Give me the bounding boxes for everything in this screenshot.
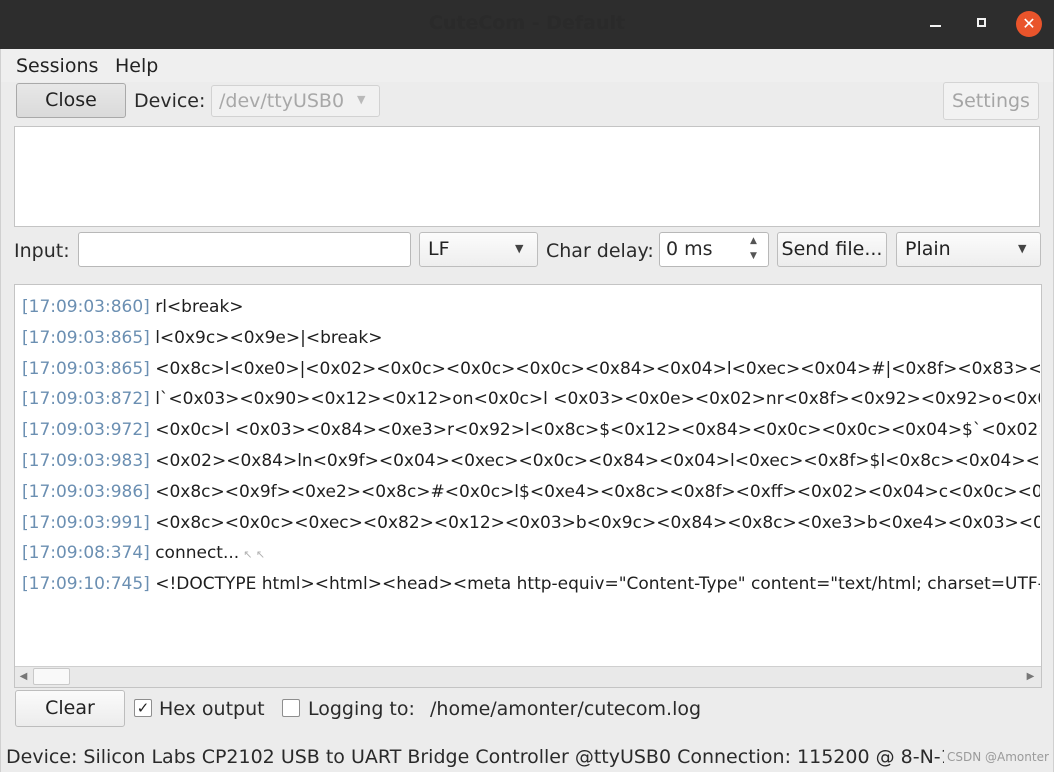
spin-down-icon[interactable]: ▼ xyxy=(750,251,757,261)
input-field[interactable] xyxy=(78,232,411,267)
log-text: <0x02><0x84>ln<0x9f><0x04><0xec><0x0c><0… xyxy=(155,450,1040,471)
device-select[interactable]: /dev/ttyUSB0 xyxy=(211,85,380,117)
log-text: rl<break> xyxy=(149,297,244,317)
status-text: Device: Silicon Labs CP2102 USB to UART … xyxy=(6,746,953,768)
log-line: [17:09:03:986] <0x8c><0x9f><0xe2><0x8c>#… xyxy=(22,477,1040,508)
log-line: [17:09:03:972] <0x0c>l <0x03><0x84><0xe3… xyxy=(22,415,1040,446)
scroll-left-icon[interactable]: ◀ xyxy=(15,666,32,687)
char-delay-label: Char delay: xyxy=(546,240,654,262)
log-timestamp: [17:09:08:374] xyxy=(22,543,150,564)
log-text: l`<0x03><0x90><0x12><0x12>on<0x0c>l <0x0… xyxy=(155,389,1040,410)
log-text: <!DOCTYPE html><html><head><meta http-eq… xyxy=(149,574,1040,595)
hex-output-label[interactable]: Hex output xyxy=(159,696,265,722)
menu-sessions[interactable]: Sessions xyxy=(16,53,98,79)
scrollbar-thumb[interactable] xyxy=(33,668,70,685)
log-text: l<0x9c><0x9e>|<break> xyxy=(149,327,383,348)
maximize-icon[interactable] xyxy=(969,11,995,37)
chevron-down-icon[interactable]: ▼ xyxy=(515,232,523,267)
send-file-button[interactable]: Send file... xyxy=(777,232,887,267)
logging-label[interactable]: Logging to: xyxy=(308,696,415,722)
log-timestamp: [17:09:03:986] xyxy=(22,481,150,502)
hex-output-checkbox[interactable]: ✓ xyxy=(134,699,152,717)
watermark: CSDN @Amonter xyxy=(944,748,1052,766)
log-line: [17:09:03:872] l`<0x03><0x90><0x12><0x12… xyxy=(22,384,1040,415)
command-history-pane[interactable] xyxy=(14,126,1040,227)
log-timestamp: [17:09:03:991] xyxy=(22,512,150,533)
log-timestamp: [17:09:03:865] xyxy=(22,358,150,379)
log-timestamp: [17:09:03:983] xyxy=(22,450,150,471)
logging-checkbox[interactable] xyxy=(282,699,300,717)
chevron-down-icon[interactable]: ▼ xyxy=(357,85,373,117)
settings-button[interactable]: Settings xyxy=(943,82,1039,120)
log-timestamp: [17:09:03:865] xyxy=(22,327,150,348)
log-line: [17:09:03:991] <0x8c><0x0c><0xec><0x82><… xyxy=(22,508,1040,539)
window-title: CuteCom - Default xyxy=(428,12,626,34)
log-line: [17:09:03:865] l<0x9c><0x9e>|<break> xyxy=(22,323,1040,354)
input-label: Input: xyxy=(14,240,70,262)
log-text: <0x0c>l <0x03><0x84><0xe3>r<0x92>l<0x8c>… xyxy=(155,420,1040,441)
log-line: [17:09:03:860] rl<break> xyxy=(22,292,1040,323)
close-device-button[interactable]: Close xyxy=(16,83,126,118)
close-window-icon[interactable]: ✕ xyxy=(1016,11,1042,37)
menu-help[interactable]: Help xyxy=(115,53,158,79)
chevron-down-icon[interactable]: ▼ xyxy=(1018,232,1026,267)
log-text: <0x8c><0x9f><0xe2><0x8c>#<0x0c>l$<0xe4><… xyxy=(155,481,1040,502)
device-label: Device: xyxy=(134,90,206,112)
log-line: [17:09:10:745] <!DOCTYPE html><html><hea… xyxy=(22,569,1040,600)
spin-up-icon[interactable]: ▲ xyxy=(750,236,757,246)
log-timestamp: [17:09:03:972] xyxy=(22,420,150,441)
log-lines: [17:09:03:860] rl<break> [17:09:03:865] … xyxy=(22,292,1040,662)
clear-button[interactable]: Clear xyxy=(15,690,125,727)
horizontal-scrollbar[interactable] xyxy=(15,666,1041,687)
log-text: connect... xyxy=(149,543,240,564)
log-timestamp: [17:09:03:860] xyxy=(22,297,150,317)
log-file-path[interactable]: /home/amonter/cutecom.log xyxy=(430,696,701,722)
log-line: [17:09:08:374] connect... ↖ ↖ xyxy=(22,538,1040,569)
scroll-right-icon[interactable]: ▶ xyxy=(1022,666,1039,687)
log-timestamp: [17:09:03:872] xyxy=(22,389,150,410)
log-text: <0x8c><0x0c><0xec><0x82><0x12><0x03>b<0x… xyxy=(155,512,1040,533)
cursor-icon: ↖ ↖ xyxy=(243,548,266,562)
minimize-icon[interactable] xyxy=(922,11,948,37)
log-timestamp: [17:09:10:745] xyxy=(22,574,150,595)
log-line: [17:09:03:983] <0x02><0x84>ln<0x9f><0x04… xyxy=(22,446,1040,477)
log-line: [17:09:03:865] <0x8c>l<0xe0>|<0x02><0x0c… xyxy=(22,354,1040,385)
log-text: <0x8c>l<0xe0>|<0x02><0x0c><0x0c><0x0c><0… xyxy=(155,358,1040,379)
